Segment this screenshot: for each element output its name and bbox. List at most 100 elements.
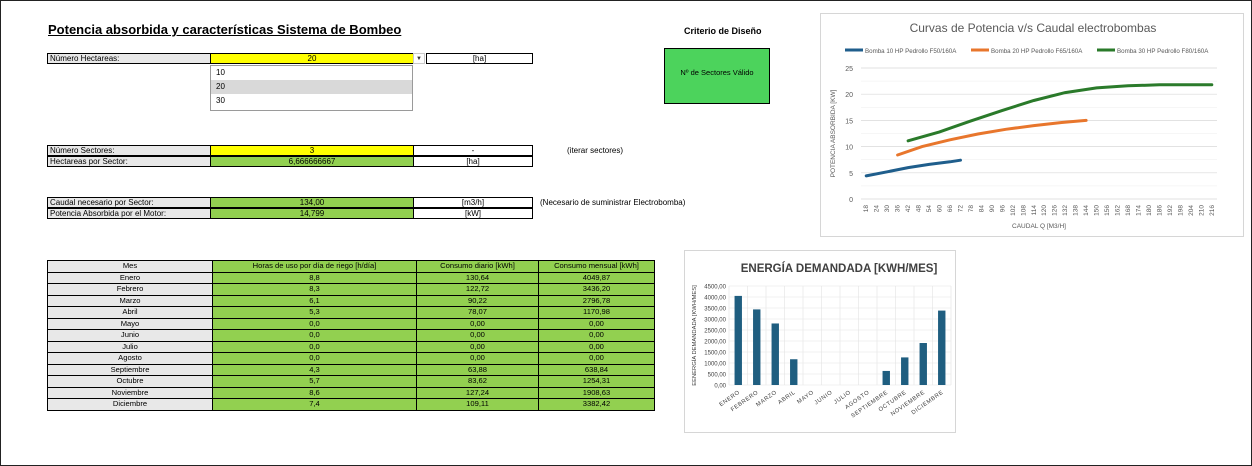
col-header-horas[interactable]: Horas de uso por día de riego [h/día] — [212, 260, 417, 273]
value-cell[interactable]: 90,22 — [416, 294, 539, 307]
dropdown-option[interactable]: 10 — [211, 66, 412, 80]
x-tick-label: ABRIL — [777, 390, 797, 406]
value-cell[interactable]: 0,0 — [212, 317, 417, 330]
value-cell[interactable]: 83,62 — [416, 375, 539, 388]
value-cell[interactable]: 6,1 — [212, 294, 417, 307]
value-cell[interactable]: 0,00 — [538, 329, 655, 342]
x-tick-label: 60 — [937, 205, 944, 213]
x-tick-label: 18 — [863, 205, 870, 213]
x-tick-label: 186 — [1156, 205, 1163, 216]
dropdown-option[interactable]: 30 — [211, 94, 412, 108]
bar — [901, 357, 909, 385]
value-cell[interactable]: 8,6 — [212, 386, 417, 399]
value-cell[interactable]: 7,4 — [212, 398, 417, 411]
y-tick-label: 3500,00 — [704, 307, 726, 313]
chart-title: Curvas de Potencia v/s Caudal electrobom… — [910, 21, 1157, 35]
value-cell[interactable]: 638,84 — [538, 363, 655, 376]
sectores-note: (iterar sectores) — [567, 146, 624, 155]
col-header-mes[interactable]: Mes — [47, 260, 213, 273]
y-tick-label: 25 — [845, 66, 853, 73]
bar — [882, 370, 890, 385]
bar — [771, 323, 779, 385]
month-cell[interactable]: Mayo — [47, 317, 213, 330]
value-cell[interactable]: 0,00 — [416, 352, 539, 365]
criterio-title: Criterio de Diseño — [684, 26, 762, 36]
value-cell[interactable]: 1254,31 — [538, 375, 655, 388]
legend-label: Bomba 20 HP Pedrollo F65/160A — [991, 48, 1083, 55]
caudal-cell[interactable]: 134,00 — [210, 197, 414, 208]
month-cell[interactable]: Marzo — [47, 294, 213, 307]
value-cell[interactable]: 0,00 — [416, 317, 539, 330]
month-cell[interactable]: Abril — [47, 306, 213, 319]
value-cell[interactable]: 1908,63 — [538, 386, 655, 399]
value-cell[interactable]: 4,3 — [212, 363, 417, 376]
y-tick-label: 4000,00 — [704, 296, 726, 302]
value-cell[interactable]: 0,0 — [212, 340, 417, 353]
x-tick-label: 96 — [999, 205, 1006, 213]
hectareas-cell[interactable]: 20 — [210, 53, 414, 64]
sectores-unit: - — [413, 145, 533, 156]
table-row: Mayo 0,0 0,00 0,00 — [47, 317, 655, 330]
y-tick-label: 2500,00 — [704, 329, 726, 335]
value-cell[interactable]: 0,00 — [538, 317, 655, 330]
dropdown-arrow-button[interactable]: ▼ — [413, 53, 425, 64]
value-cell[interactable]: 8,3 — [212, 283, 417, 296]
dropdown-option-selected[interactable]: 20 — [211, 80, 412, 94]
value-cell[interactable]: 63,88 — [416, 363, 539, 376]
x-tick-label: 150 — [1094, 205, 1101, 216]
value-cell[interactable]: 4049,87 — [538, 271, 655, 284]
y-tick-label: 0 — [849, 197, 853, 204]
month-cell[interactable]: Octubre — [47, 375, 213, 388]
col-header-diario[interactable]: Consumo diario [kWh] — [416, 260, 539, 273]
value-cell[interactable]: 0,00 — [538, 340, 655, 353]
sectores-label: Número Sectores: — [47, 145, 211, 156]
value-cell[interactable]: 8,8 — [212, 271, 417, 284]
energy-demand-chart[interactable]: ENERGÍA DEMANDADA [KWH/MES] 0,00 500,00 100… — [684, 250, 956, 433]
x-tick-label: 192 — [1167, 205, 1174, 216]
x-tick-label: 84 — [978, 205, 985, 213]
value-cell[interactable]: 109,11 — [416, 398, 539, 411]
value-cell[interactable]: 0,0 — [212, 352, 417, 365]
x-tick-label: 168 — [1125, 205, 1132, 216]
y-tick-label: 10 — [845, 145, 853, 152]
sectores-cell[interactable]: 3 — [210, 145, 414, 156]
bar — [938, 310, 946, 385]
value-cell[interactable]: 0,0 — [212, 329, 417, 342]
bar — [753, 309, 761, 385]
value-cell[interactable]: 0,00 — [538, 352, 655, 365]
month-cell[interactable]: Febrero — [47, 283, 213, 296]
x-tick-label: 174 — [1135, 205, 1142, 216]
value-cell[interactable]: 2796,78 — [538, 294, 655, 307]
value-cell[interactable]: 3436,20 — [538, 283, 655, 296]
value-cell[interactable]: 0,00 — [416, 340, 539, 353]
value-cell[interactable]: 5,3 — [212, 306, 417, 319]
value-cell[interactable]: 1170,98 — [538, 306, 655, 319]
month-cell[interactable]: Agosto — [47, 352, 213, 365]
table-row: Abril 5,3 78,07 1170,98 — [47, 306, 655, 319]
x-tick-label: 126 — [1052, 205, 1059, 216]
month-cell[interactable]: Junio — [47, 329, 213, 342]
month-cell[interactable]: Enero — [47, 271, 213, 284]
value-cell[interactable]: 3382,42 — [538, 398, 655, 411]
value-cell[interactable]: 0,00 — [416, 329, 539, 342]
x-tick-label: 180 — [1146, 205, 1153, 216]
value-cell[interactable]: 127,24 — [416, 386, 539, 399]
value-cell[interactable]: 122,72 — [416, 283, 539, 296]
month-cell[interactable]: Julio — [47, 340, 213, 353]
hect-sector-cell[interactable]: 6,666666667 — [210, 156, 414, 167]
value-cell[interactable]: 130,64 — [416, 271, 539, 284]
col-header-mensual[interactable]: Consumo mensual [kWh] — [538, 260, 655, 273]
caudal-unit: [m3/h] — [413, 197, 533, 208]
table-row: Diciembre 7,4 109,11 3382,42 — [47, 398, 655, 411]
value-cell[interactable]: 5,7 — [212, 375, 417, 388]
power-curve-chart[interactable]: Curvas de Potencia v/s Caudal electrobom… — [820, 13, 1244, 237]
month-cell[interactable]: Noviembre — [47, 386, 213, 399]
x-tick-label: 36 — [895, 205, 902, 213]
month-cell[interactable]: Septiembre — [47, 363, 213, 376]
table-row: Noviembre 8,6 127,24 1908,63 — [47, 386, 655, 399]
x-tick-label: 210 — [1198, 205, 1205, 216]
criterio-status[interactable]: Nº de Sectores Válido — [664, 48, 770, 104]
potencia-cell[interactable]: 14,799 — [210, 208, 414, 219]
month-cell[interactable]: Diciembre — [47, 398, 213, 411]
value-cell[interactable]: 78,07 — [416, 306, 539, 319]
